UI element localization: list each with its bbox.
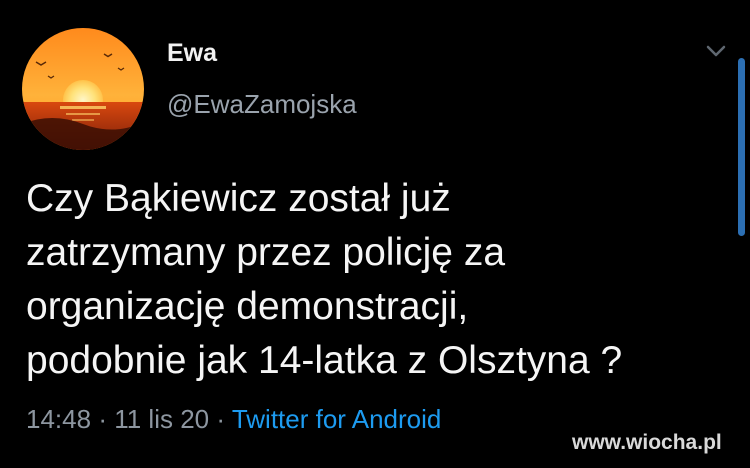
tweet-time: 14:48	[26, 404, 92, 434]
scrollbar-thumb[interactable]	[738, 58, 745, 236]
avatar[interactable]	[22, 28, 144, 150]
tweet-text-line: zatrzymany przez policję za	[26, 231, 506, 274]
separator-dot: ·	[216, 404, 226, 434]
tweet-text-line: podobnie jak 14-latka z Olsztyna ?	[26, 339, 623, 382]
watermark: www.wiocha.pl	[572, 431, 722, 454]
tweet-card: Ewa @EwaZamojska Czy Bąkiewicz został ju…	[0, 0, 750, 468]
tweet-metadata: 14:48 · 11 lis 20 · Twitter for Android	[26, 402, 441, 436]
sunset-over-sea-icon	[22, 28, 144, 150]
more-options-button[interactable]	[700, 40, 732, 62]
tweet-date: 11 lis 20	[114, 404, 210, 434]
username-handle[interactable]: @EwaZamojska	[167, 89, 357, 119]
tweet-text-line: organizację demonstracji,	[26, 285, 469, 328]
chevron-down-icon	[706, 45, 726, 57]
separator-dot: ·	[98, 404, 107, 434]
tweet-source-link[interactable]: Twitter for Android	[232, 404, 442, 434]
tweet-text: Czy Bąkiewicz został już zatrzymany prze…	[26, 172, 736, 388]
display-name[interactable]: Ewa	[167, 38, 217, 68]
tweet-text-line: Czy Bąkiewicz został już	[26, 177, 451, 220]
